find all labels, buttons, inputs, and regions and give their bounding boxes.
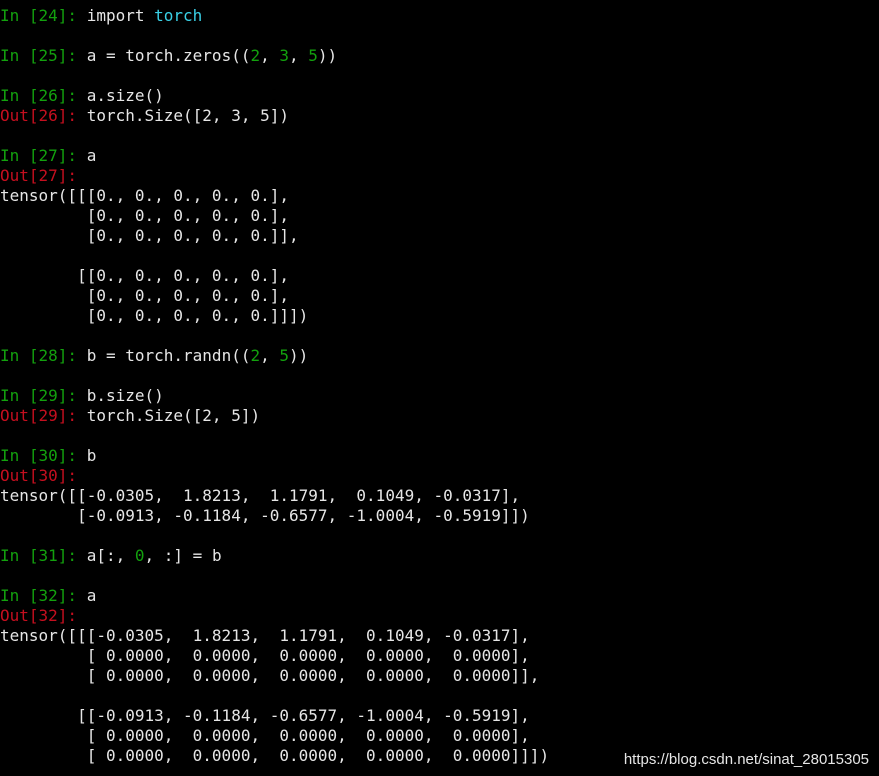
in-prompt-26: In [26]:: [0, 86, 87, 105]
input-line-29: In [29]: b.size(): [0, 386, 879, 406]
out-prompt-line-27: Out[27]:: [0, 166, 879, 186]
out-prompt-26: Out[26]:: [0, 106, 87, 125]
number-literal: 2: [250, 46, 261, 65]
module-name: torch: [154, 6, 203, 25]
code-text: ,: [260, 46, 280, 65]
in-prompt-28: In [28]:: [0, 346, 87, 365]
output-line-26: Out[26]: torch.Size([2, 3, 5]): [0, 106, 879, 126]
in-prompt-29: In [29]:: [0, 386, 87, 405]
out-prompt-29: Out[29]:: [0, 406, 87, 425]
out-prompt-30: Out[30]:: [0, 466, 78, 485]
in-prompt-27: In [27]:: [0, 146, 87, 165]
number-literal: 2: [250, 346, 261, 365]
code-text: import: [86, 6, 155, 25]
output-line: [ 0.0000, 0.0000, 0.0000, 0.0000, 0.0000…: [0, 666, 540, 685]
code-text: b = torch.randn((: [86, 346, 251, 365]
output-line: [ 0.0000, 0.0000, 0.0000, 0.0000, 0.0000…: [0, 726, 530, 745]
out-prompt-27: Out[27]:: [0, 166, 78, 185]
input-line-26: In [26]: a.size(): [0, 86, 879, 106]
output-line: [ 0.0000, 0.0000, 0.0000, 0.0000, 0.0000…: [0, 646, 530, 665]
input-line-28: In [28]: b = torch.randn((2, 5)): [0, 346, 879, 366]
output-line: [[0., 0., 0., 0., 0.],: [0, 266, 289, 285]
out-prompt-32: Out[32]:: [0, 606, 78, 625]
output-line: [[-0.0913, -0.1184, -0.6577, -1.0004, -0…: [0, 706, 530, 725]
code-text: ,: [289, 46, 309, 65]
code-text: b: [86, 446, 97, 465]
input-line-25: In [25]: a = torch.zeros((2, 3, 5)): [0, 46, 879, 66]
code-text: a.size(): [86, 86, 164, 105]
in-prompt-31: In [31]:: [0, 546, 87, 565]
output-text: torch.Size([2, 3, 5]): [86, 106, 289, 125]
output-text: torch.Size([2, 5]): [86, 406, 261, 425]
output-line: [0., 0., 0., 0., 0.]],: [0, 226, 299, 245]
in-prompt-32: In [32]:: [0, 586, 87, 605]
input-line-31: In [31]: a[:, 0, :] = b: [0, 546, 879, 566]
output-line: tensor([[-0.0305, 1.8213, 1.1791, 0.1049…: [0, 486, 521, 505]
code-text: )): [317, 46, 338, 65]
in-prompt-30: In [30]:: [0, 446, 87, 465]
output-line: [-0.0913, -0.1184, -0.6577, -1.0004, -0.…: [0, 506, 530, 525]
output-line-29: Out[29]: torch.Size([2, 5]): [0, 406, 879, 426]
out-prompt-line-30: Out[30]:: [0, 466, 879, 486]
in-prompt-24: In [24]:: [0, 6, 87, 25]
output-line: tensor([[[-0.0305, 1.8213, 1.1791, 0.104…: [0, 626, 530, 645]
code-text: a: [86, 146, 97, 165]
number-literal: 5: [308, 46, 318, 65]
ipython-console[interactable]: In [24]: import torch In [25]: a = torch…: [0, 6, 879, 766]
output-line: [0., 0., 0., 0., 0.],: [0, 286, 289, 305]
code-text: a: [86, 586, 97, 605]
number-literal: 0: [134, 546, 145, 565]
code-text: a = torch.zeros((: [86, 46, 251, 65]
out-prompt-line-32: Out[32]:: [0, 606, 879, 626]
code-text: )): [289, 346, 309, 365]
input-line-30: In [30]: b: [0, 446, 879, 466]
code-text: ,: [260, 346, 280, 365]
output-line: tensor([[[0., 0., 0., 0., 0.],: [0, 186, 289, 205]
in-prompt-25: In [25]:: [0, 46, 87, 65]
code-text: , :] = b: [144, 546, 222, 565]
input-line-32: In [32]: a: [0, 586, 879, 606]
watermark-url: https://blog.csdn.net/sinat_28015305: [623, 751, 869, 768]
code-text: b.size(): [86, 386, 164, 405]
output-line: [0., 0., 0., 0., 0.]]]): [0, 306, 309, 325]
number-literal: 3: [279, 46, 290, 65]
input-line-24: In [24]: import torch: [0, 6, 879, 26]
number-literal: 5: [279, 346, 290, 365]
code-text: a[:,: [86, 546, 135, 565]
output-line: [0., 0., 0., 0., 0.],: [0, 206, 289, 225]
input-line-27: In [27]: a: [0, 146, 879, 166]
